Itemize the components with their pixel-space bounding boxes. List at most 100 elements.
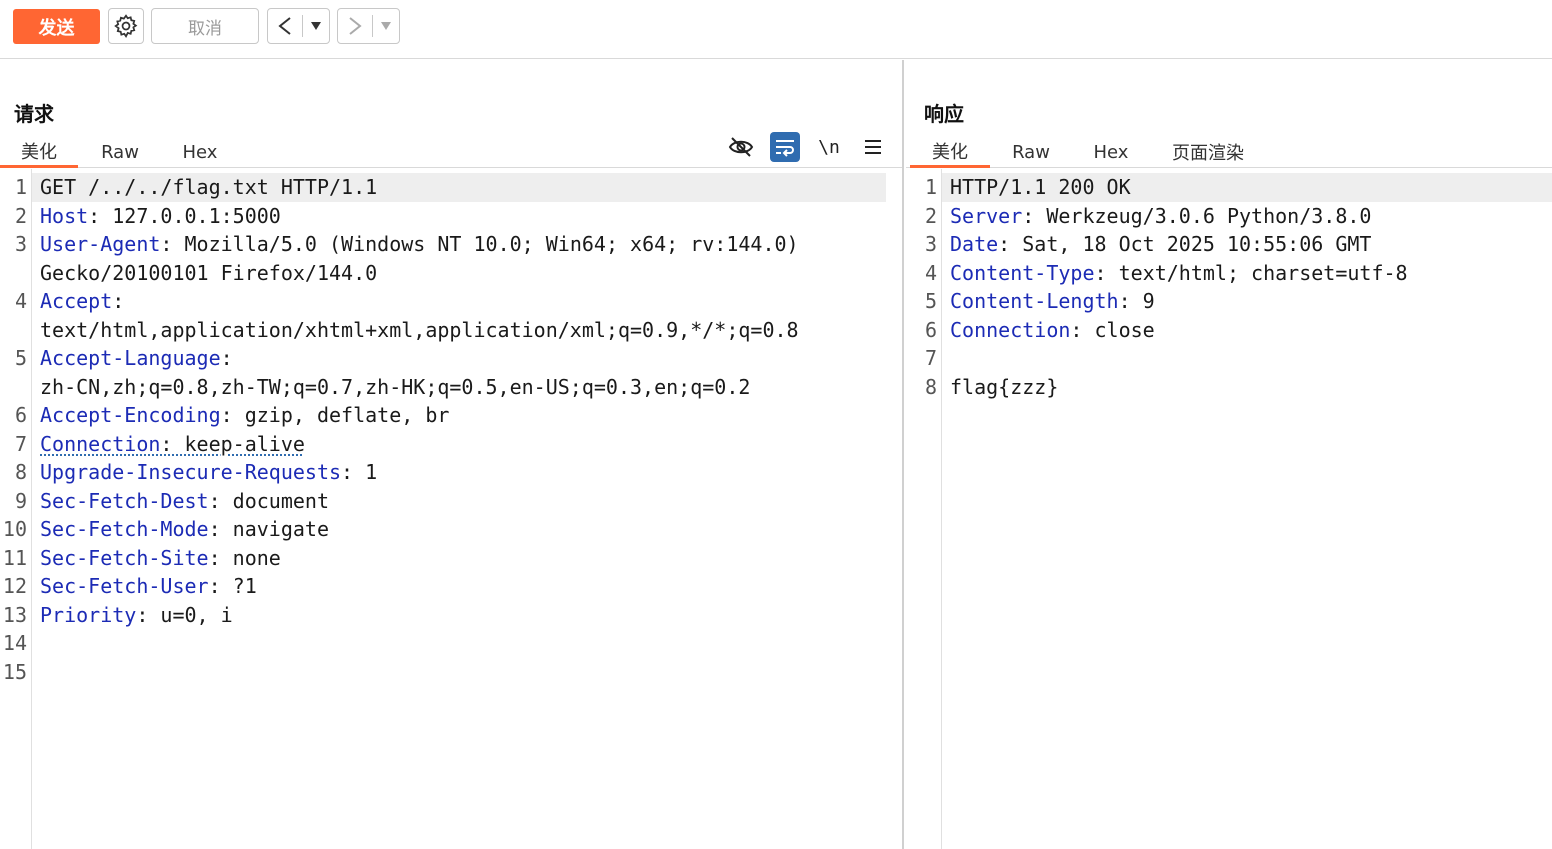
code-line[interactable]: Server: Werkzeug/3.0.6 Python/3.8.0 <box>942 202 1552 231</box>
line-text: Server: Werkzeug/3.0.6 Python/3.8.0 <box>942 204 1371 228</box>
header-value: : text/html; charset=utf-8 <box>1094 260 1408 285</box>
code-line[interactable]: Content-Length: 9 <box>942 287 1552 316</box>
line-text: Accept-Encoding: gzip, deflate, br <box>32 403 449 427</box>
line-number: 3 <box>14 232 27 256</box>
header-name: User-Agent <box>40 232 161 256</box>
line-number: 15 <box>2 659 27 684</box>
header-value: : gzip, deflate, br <box>220 403 450 427</box>
header-value: : <box>112 289 125 313</box>
chevron-left-icon[interactable] <box>268 9 302 43</box>
tab-pretty[interactable]: 美化 <box>910 136 990 168</box>
header-value: : Sat, 18 Oct 2025 10:55:06 GMT <box>998 232 1372 256</box>
header-value: HTTP/1.1 200 OK <box>950 175 1131 199</box>
code-line[interactable]: text/html,application/xhtml+xml,applicat… <box>32 316 886 345</box>
line-number: 8 <box>14 460 27 484</box>
line-number: 14 <box>2 631 27 655</box>
line-number: 11 <box>2 545 27 570</box>
response-editor[interactable]: 1 2 3 4 5 6 7 8 HTTP/1.1 200 OK Server: Werkzeug… <box>906 169 1552 849</box>
tab-hex[interactable]: Hex <box>164 136 236 168</box>
chevron-right-icon[interactable] <box>338 9 372 43</box>
history-forward-button[interactable] <box>337 8 400 44</box>
code-line[interactable]: Gecko/20100101 Firefox/144.0 <box>32 259 886 288</box>
header-value: : 127.0.0.1:5000 <box>88 203 281 228</box>
gear-icon <box>114 14 138 38</box>
eye-off-icon[interactable] <box>726 132 756 162</box>
header-name: Host <box>40 203 89 228</box>
header-name: Connection <box>40 431 161 456</box>
header-value: : navigate <box>208 517 329 541</box>
code-line[interactable]: User-Agent: Mozilla/5.0 (Windows NT 10.0… <box>32 230 886 259</box>
header-value: text/html,application/xhtml+xml,applicat… <box>40 317 799 342</box>
code-line[interactable]: HTTP/1.1 200 OK <box>942 173 1552 202</box>
code-line[interactable]: Sec-Fetch-Mode: navigate <box>32 515 886 544</box>
line-text: zh-CN,zh;q=0.8,zh-TW;q=0.7,zh-HK;q=0.5,e… <box>32 375 750 399</box>
line-text: Upgrade-Insecure-Requests: 1 <box>32 460 377 484</box>
history-back-dropdown-icon[interactable] <box>303 22 329 30</box>
header-value: : u=0, i <box>136 602 233 627</box>
code-line[interactable]: Upgrade-Insecure-Requests: 1 <box>32 458 886 487</box>
code-line[interactable]: Accept: <box>32 287 886 316</box>
history-back-button[interactable] <box>267 8 330 44</box>
header-value: : 9 <box>1118 289 1155 313</box>
code-line[interactable]: Priority: u=0, i <box>32 601 886 630</box>
code-line[interactable]: flag{zzz} <box>942 373 1552 402</box>
header-name: Server <box>950 203 1023 228</box>
header-value: : 1 <box>341 460 378 484</box>
code-line[interactable] <box>32 658 886 687</box>
line-number: 8 <box>924 374 937 399</box>
response-code[interactable]: HTTP/1.1 200 OK Server: Werkzeug/3.0.6 Py… <box>942 169 1552 849</box>
request-editor[interactable]: 1 2 3 4 5 6 7 8 9 10 11 12 13 14 15 GET /../../flag.tx… <box>0 169 902 849</box>
line-text: Accept-Language: <box>32 346 233 370</box>
line-number: 4 <box>14 289 27 313</box>
newline-toggle-icon[interactable]: \n <box>814 132 844 162</box>
header-name: Accept-Language <box>40 346 221 370</box>
line-text: Date: Sat, 18 Oct 2025 10:55:06 GMT <box>942 232 1371 256</box>
code-line[interactable]: Content-Type: text/html; charset=utf-8 <box>942 259 1552 288</box>
header-name: Accept-Encoding <box>40 403 221 427</box>
cancel-button[interactable]: 取消 <box>151 8 259 44</box>
code-line[interactable]: Connection: close <box>942 316 1552 345</box>
header-name: Accept <box>40 289 113 313</box>
header-value: : Mozilla/5.0 (Windows NT 10.0; Win64; x… <box>160 232 799 256</box>
code-line[interactable]: Accept-Encoding: gzip, deflate, br <box>32 401 886 430</box>
code-line[interactable]: Sec-Fetch-User: ?1 <box>32 572 886 601</box>
header-name: Priority <box>40 602 137 627</box>
code-line[interactable]: zh-CN,zh;q=0.8,zh-TW;q=0.7,zh-HK;q=0.5,e… <box>32 373 886 402</box>
response-title: 响应 <box>924 102 964 126</box>
code-line[interactable] <box>942 344 1552 373</box>
code-line[interactable]: Sec-Fetch-Site: none <box>32 544 886 573</box>
code-line[interactable] <box>32 629 886 658</box>
menu-icon[interactable] <box>858 132 888 162</box>
line-number: 13 <box>2 602 27 627</box>
history-forward-dropdown-icon[interactable] <box>373 22 399 30</box>
line-number: 4 <box>924 260 937 285</box>
line-text: text/html,application/xhtml+xml,applicat… <box>32 318 799 342</box>
code-line[interactable]: Date: Sat, 18 Oct 2025 10:55:06 GMT <box>942 230 1552 259</box>
code-line[interactable]: Accept-Language: <box>32 344 886 373</box>
line-number-gutter: 1 2 3 4 5 6 7 8 9 10 11 12 13 14 15 <box>0 169 32 849</box>
code-line[interactable]: Sec-Fetch-Dest: document <box>32 487 886 516</box>
request-code[interactable]: GET /../../flag.txt HTTP/1.1 Host: 127.0.… <box>32 169 886 849</box>
tab-render[interactable]: 页面渲染 <box>1164 136 1252 168</box>
line-number: 9 <box>14 488 27 513</box>
line-number: 7 <box>14 431 27 456</box>
header-name: Sec-Fetch-User <box>40 574 209 598</box>
code-line[interactable]: Host: 127.0.0.1:5000 <box>32 202 886 231</box>
code-line[interactable]: GET /../../flag.txt HTTP/1.1 <box>32 173 886 202</box>
tab-hex[interactable]: Hex <box>1076 136 1146 168</box>
header-name: Content-Length <box>950 289 1119 313</box>
header-value: : document <box>208 488 329 513</box>
settings-button[interactable] <box>108 8 144 44</box>
header-value: : <box>220 346 233 370</box>
tab-raw[interactable]: Raw <box>996 136 1066 168</box>
tab-pretty[interactable]: 美化 <box>0 136 78 168</box>
header-value: flag{zzz} <box>950 374 1059 399</box>
code-line[interactable]: Connection: keep-alive <box>32 430 886 459</box>
word-wrap-icon[interactable] <box>770 132 800 162</box>
header-value: : ?1 <box>208 574 257 598</box>
tab-raw[interactable]: Raw <box>84 136 156 168</box>
response-tabs: 美化 Raw Hex 页面渲染 <box>906 136 1552 168</box>
send-button[interactable]: 发送 <box>13 9 100 44</box>
line-text: Sec-Fetch-User: ?1 <box>32 574 257 598</box>
line-text: Sec-Fetch-Dest: document <box>32 489 329 513</box>
